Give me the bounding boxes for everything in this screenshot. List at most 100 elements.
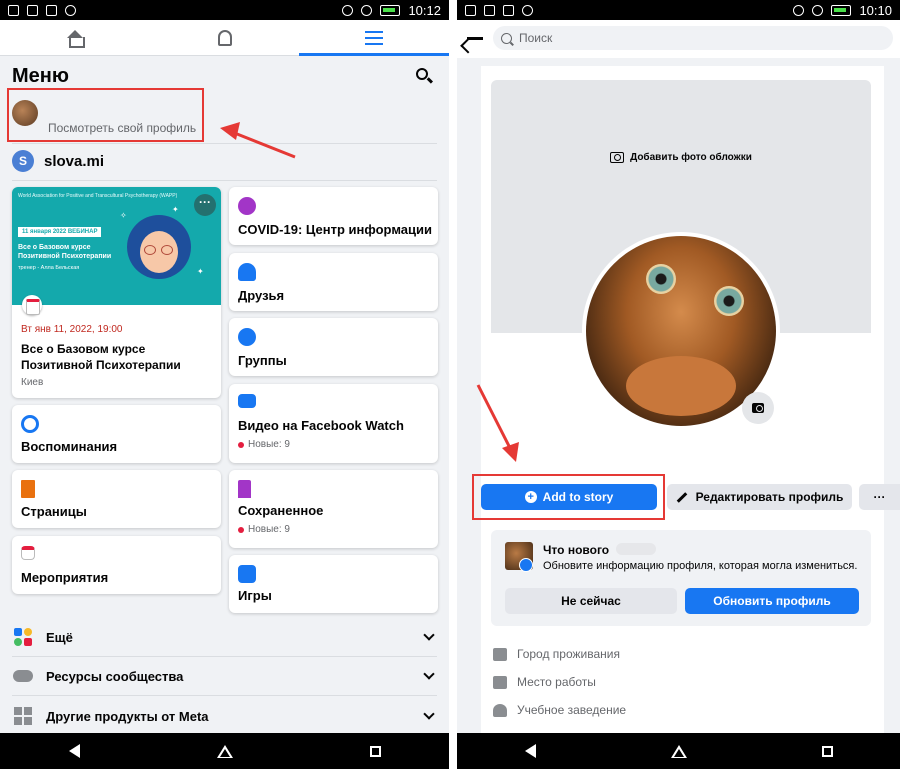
profile-update-prompt: Что нового Обновите информацию профиля, … xyxy=(491,530,871,626)
shield-icon xyxy=(465,4,476,16)
divider xyxy=(12,143,437,144)
tab-menu[interactable] xyxy=(299,20,449,56)
back-icon[interactable] xyxy=(68,744,80,758)
grid-icon xyxy=(12,705,34,727)
shortcut-friends[interactable]: Друзья xyxy=(229,253,438,311)
divider xyxy=(12,695,437,696)
groups-icon xyxy=(238,328,256,346)
event-image-badge: 11 января 2022 ВЕБИНАР xyxy=(18,227,102,237)
event-location: Киев xyxy=(21,377,44,388)
add-cover-button[interactable]: Добавить фото обложки xyxy=(491,152,871,163)
shortcut-memories[interactable]: Воспоминания xyxy=(12,405,221,463)
edit-badge-icon xyxy=(519,558,533,572)
info-row-work[interactable]: Место работы xyxy=(493,672,596,692)
status-time: 10:10 xyxy=(859,2,892,18)
more-button[interactable]: ··· xyxy=(859,484,900,510)
prompt-title: Что нового xyxy=(543,543,610,557)
handshake-icon xyxy=(12,665,34,687)
section-more[interactable]: Ещё xyxy=(12,618,437,656)
info-row-education[interactable]: Учебное заведение xyxy=(493,700,626,720)
shortcut-groups[interactable]: Группы xyxy=(229,318,438,376)
chevron-down-icon xyxy=(423,629,435,641)
shortcut-pages[interactable]: Страницы xyxy=(12,470,221,528)
mute-icon xyxy=(342,4,354,16)
status-bar: 10:10 xyxy=(457,0,900,20)
search-button[interactable] xyxy=(414,66,434,86)
shortcut-label: Друзья xyxy=(238,288,285,303)
shortcut-label: COVID-19: Центр информации xyxy=(238,222,432,237)
tab-home[interactable] xyxy=(0,20,150,55)
screenshot-root: 10:12 Меню Посмотреть свой профиль S slo… xyxy=(0,0,900,769)
update-profile-button[interactable]: Обновить профиль xyxy=(685,588,859,614)
briefcase-icon xyxy=(493,675,507,689)
page-switch-row[interactable]: S slova.mi xyxy=(12,148,104,174)
shortcut-watch[interactable]: Видео на Facebook Watch Новые: 9 xyxy=(229,384,438,463)
shortcut-events[interactable]: Мероприятия xyxy=(12,536,221,594)
shortcut-games[interactable]: Игры xyxy=(229,555,438,613)
page-avatar: S xyxy=(12,150,34,172)
shortcut-label: Мероприятия xyxy=(21,570,109,585)
event-card[interactable]: World Association for Positive and Trans… xyxy=(12,187,221,398)
info-label: Город проживания xyxy=(517,647,620,661)
video-icon xyxy=(238,394,256,408)
more-options-button[interactable]: ··· xyxy=(194,194,216,216)
back-arrow-icon[interactable] xyxy=(467,37,483,40)
home-button-icon[interactable] xyxy=(216,744,233,758)
phone-left: 10:12 Меню Посмотреть свой профиль S slo… xyxy=(0,0,449,769)
notification-dot xyxy=(238,441,244,448)
info-label: Учебное заведение xyxy=(517,703,627,717)
calendar-icon xyxy=(21,546,35,560)
clock-icon xyxy=(21,415,39,433)
image-icon xyxy=(484,4,495,16)
menu-icon xyxy=(365,30,384,45)
top-bar: Поиск xyxy=(457,20,900,58)
friends-icon xyxy=(238,263,256,281)
edit-profile-label: Редактировать профиль xyxy=(695,490,844,504)
section-community-resources[interactable]: Ресурсы сообщества xyxy=(12,657,437,695)
image-icon xyxy=(27,4,38,16)
prompt-text: Обновите информацию профиля, которая мог… xyxy=(543,560,858,572)
shortcut-covid[interactable]: COVID-19: Центр информации xyxy=(229,187,438,245)
new-count: Новые: 9 xyxy=(238,439,290,450)
recents-icon[interactable] xyxy=(369,745,381,757)
notification-dot xyxy=(238,526,244,533)
games-icon xyxy=(238,565,256,583)
battery-icon xyxy=(380,4,401,16)
lock-icon xyxy=(503,4,514,16)
back-icon[interactable] xyxy=(524,744,536,758)
event-title: Все о Базовом курсе Позитивной Психотера… xyxy=(21,342,181,372)
shortcut-saved[interactable]: Сохраненное Новые: 9 xyxy=(229,470,438,548)
star-icon: ✦ xyxy=(197,267,204,276)
chevron-down-icon xyxy=(423,668,435,680)
usb-icon xyxy=(522,4,533,16)
home-button-icon[interactable] xyxy=(670,744,687,758)
shortcut-label: Группы xyxy=(238,353,287,368)
star-icon: ✦ xyxy=(172,205,179,214)
search-placeholder: Поиск xyxy=(519,31,553,45)
update-profile-label: Обновить профиль xyxy=(713,594,831,608)
battery-icon xyxy=(831,4,852,16)
not-now-label: Не сейчас xyxy=(561,594,621,608)
bell-icon xyxy=(217,29,232,46)
tab-bar xyxy=(0,20,449,56)
not-now-button[interactable]: Не сейчас xyxy=(505,588,677,614)
info-row-city[interactable]: Город проживания xyxy=(493,644,620,664)
new-count: Новые: 9 xyxy=(238,524,290,535)
shield-icon xyxy=(8,4,19,16)
lock-icon xyxy=(46,4,57,16)
phone-right: 10:10 Поиск Добавить фото обложки + Add … xyxy=(457,0,900,769)
recents-icon[interactable] xyxy=(821,745,833,757)
camera-icon xyxy=(610,152,625,163)
section-label: Ресурсы сообщества xyxy=(46,668,184,684)
android-nav-bar xyxy=(0,733,449,769)
tab-notifications[interactable] xyxy=(150,20,300,55)
section-meta-products[interactable]: Другие продукты от Meta xyxy=(12,697,437,735)
info-label: Место работы xyxy=(517,675,596,689)
section-label: Ещё xyxy=(46,629,73,645)
event-image-heading: Все о Базовом курсе Позитивной Психотера… xyxy=(18,244,112,260)
highlight-box-profile xyxy=(7,88,204,142)
shortcut-label: Страницы xyxy=(21,504,87,519)
search-input[interactable]: Поиск xyxy=(493,26,893,50)
edit-profile-button[interactable]: Редактировать профиль xyxy=(667,484,852,510)
change-photo-button[interactable] xyxy=(742,392,774,424)
